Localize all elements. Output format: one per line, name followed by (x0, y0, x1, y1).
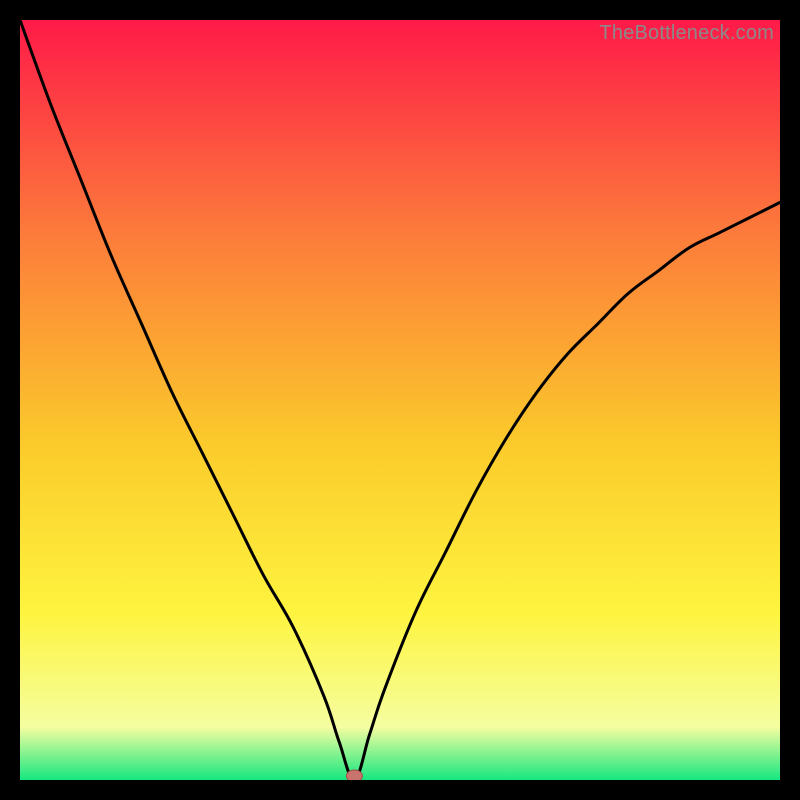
chart-frame: TheBottleneck.com (20, 20, 780, 780)
watermark-text: TheBottleneck.com (599, 22, 774, 45)
bottleneck-chart (20, 20, 780, 780)
minimum-marker (346, 770, 362, 780)
gradient-background (20, 20, 780, 780)
